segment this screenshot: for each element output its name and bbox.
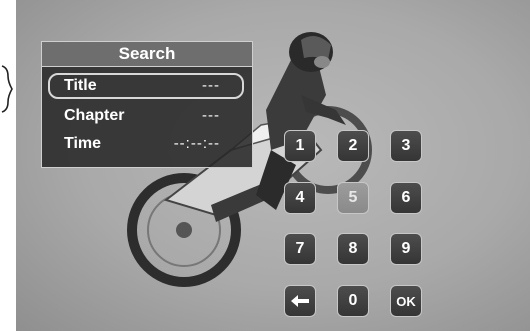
left-arrow-icon (291, 295, 309, 307)
ok-button[interactable]: OK (390, 285, 422, 317)
key-3[interactable]: 3 (390, 130, 422, 162)
chapter-value: --- (202, 107, 220, 124)
time-field[interactable]: Time --:--:-- (48, 131, 244, 157)
key-0[interactable]: 0 (337, 285, 369, 317)
time-label: Time (64, 135, 102, 152)
key-8[interactable]: 8 (337, 233, 369, 265)
title-field[interactable]: Title --- (48, 73, 244, 99)
key-1[interactable]: 1 (284, 130, 316, 162)
key-7[interactable]: 7 (284, 233, 316, 265)
search-panel-title: Search (42, 42, 252, 67)
key-6[interactable]: 6 (390, 182, 422, 214)
key-2[interactable]: 2 (337, 130, 369, 162)
title-value: --- (202, 77, 220, 94)
chapter-label: Chapter (64, 107, 125, 124)
key-9[interactable]: 9 (390, 233, 422, 265)
backspace-button[interactable] (284, 285, 316, 317)
key-5[interactable]: 5 (337, 182, 369, 214)
key-4[interactable]: 4 (284, 182, 316, 214)
chapter-field[interactable]: Chapter --- (48, 103, 244, 129)
title-label: Title (64, 77, 97, 94)
search-panel: Search Title --- Chapter --- Time --:--:… (41, 41, 253, 168)
left-edge-bracket-icon (0, 64, 16, 114)
time-value: --:--:-- (173, 135, 220, 152)
